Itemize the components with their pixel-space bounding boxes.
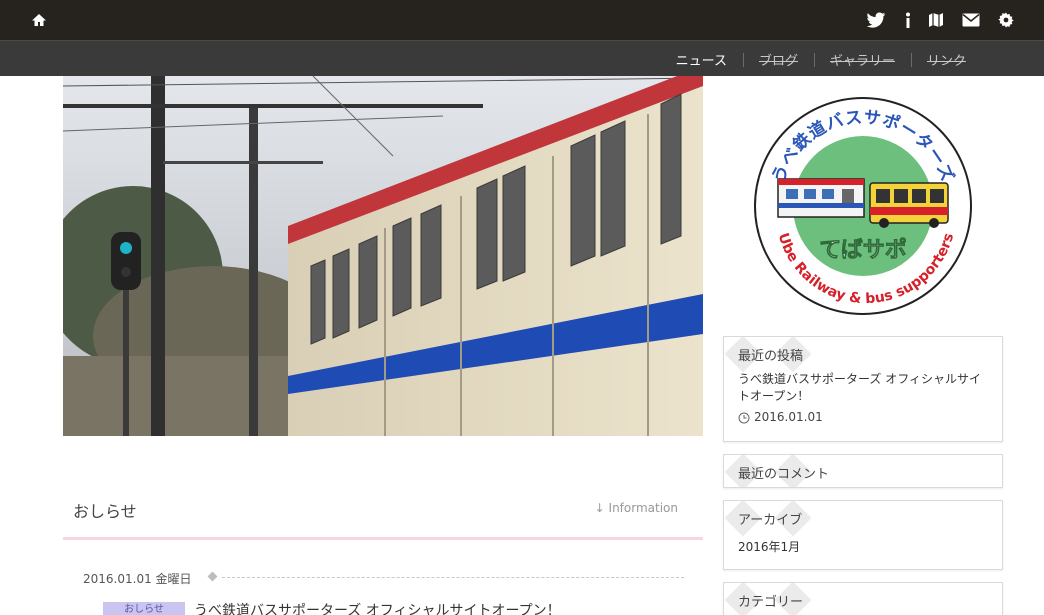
main-menu: ニュース ブログ ギャラリー リンク <box>0 40 1044 76</box>
map-icon <box>929 13 943 27</box>
site-logo[interactable]: うべ鉄道バスサポーターズ Ube Railway & bus supporter… <box>752 95 974 317</box>
logo-main-text: てばサポ <box>819 237 907 263</box>
recent-posts-title: 最近の投稿 <box>738 349 804 364</box>
post-category-tag[interactable]: おしらせ <box>103 602 185 615</box>
categories-title: カテゴリー <box>738 595 804 610</box>
archives-widget: アーカイブ 2016年1月 <box>723 500 1003 570</box>
home-button[interactable] <box>30 11 48 29</box>
twitter-button[interactable] <box>866 11 886 29</box>
home-icon <box>32 14 46 26</box>
post-title-link[interactable]: うべ鉄道バスサポーターズ オフィシャルサイトオープン！ <box>194 600 561 615</box>
hero-train-image <box>63 76 703 436</box>
top-bar <box>0 0 1044 40</box>
map-button[interactable] <box>926 11 946 29</box>
recent-comments-widget: 最近のコメント <box>723 454 1003 488</box>
recent-comments-title: 最近のコメント <box>738 467 830 482</box>
news-section-title: おしらせ <box>73 502 137 521</box>
categories-widget: カテゴリー <box>723 582 1003 615</box>
information-link[interactable]: ↓ Information <box>595 501 678 515</box>
news-section-header: おしらせ ↓ Information <box>63 486 703 540</box>
archives-title: アーカイブ <box>738 513 803 528</box>
settings-button[interactable] <box>996 11 1016 29</box>
recent-posts-widget: 最近の投稿 うべ鉄道バスサポーターズ オフィシャルサイトオープン！ 2016.0… <box>723 336 1003 442</box>
menu-item-news[interactable]: ニュース <box>660 50 743 69</box>
twitter-icon <box>866 12 886 28</box>
menu-item-gallery[interactable]: ギャラリー <box>813 50 911 69</box>
archive-link[interactable]: 2016年1月 <box>738 539 988 556</box>
recent-post-date: 2016.01.01 <box>754 410 823 424</box>
menu-item-blog[interactable]: ブログ <box>742 50 814 69</box>
post-date: 2016.01.01 金曜日 <box>83 572 192 586</box>
info-button[interactable] <box>898 11 918 29</box>
dotted-divider <box>222 577 684 578</box>
menu-item-links[interactable]: リンク <box>910 50 982 69</box>
gear-icon <box>998 12 1014 28</box>
recent-post-link[interactable]: うべ鉄道バスサポーターズ オフィシャルサイトオープン！ <box>738 371 988 405</box>
mail-icon <box>962 13 980 27</box>
mail-button[interactable] <box>961 11 981 29</box>
diamond-icon <box>207 571 218 582</box>
clock-icon <box>738 412 750 423</box>
info-icon <box>906 12 910 28</box>
